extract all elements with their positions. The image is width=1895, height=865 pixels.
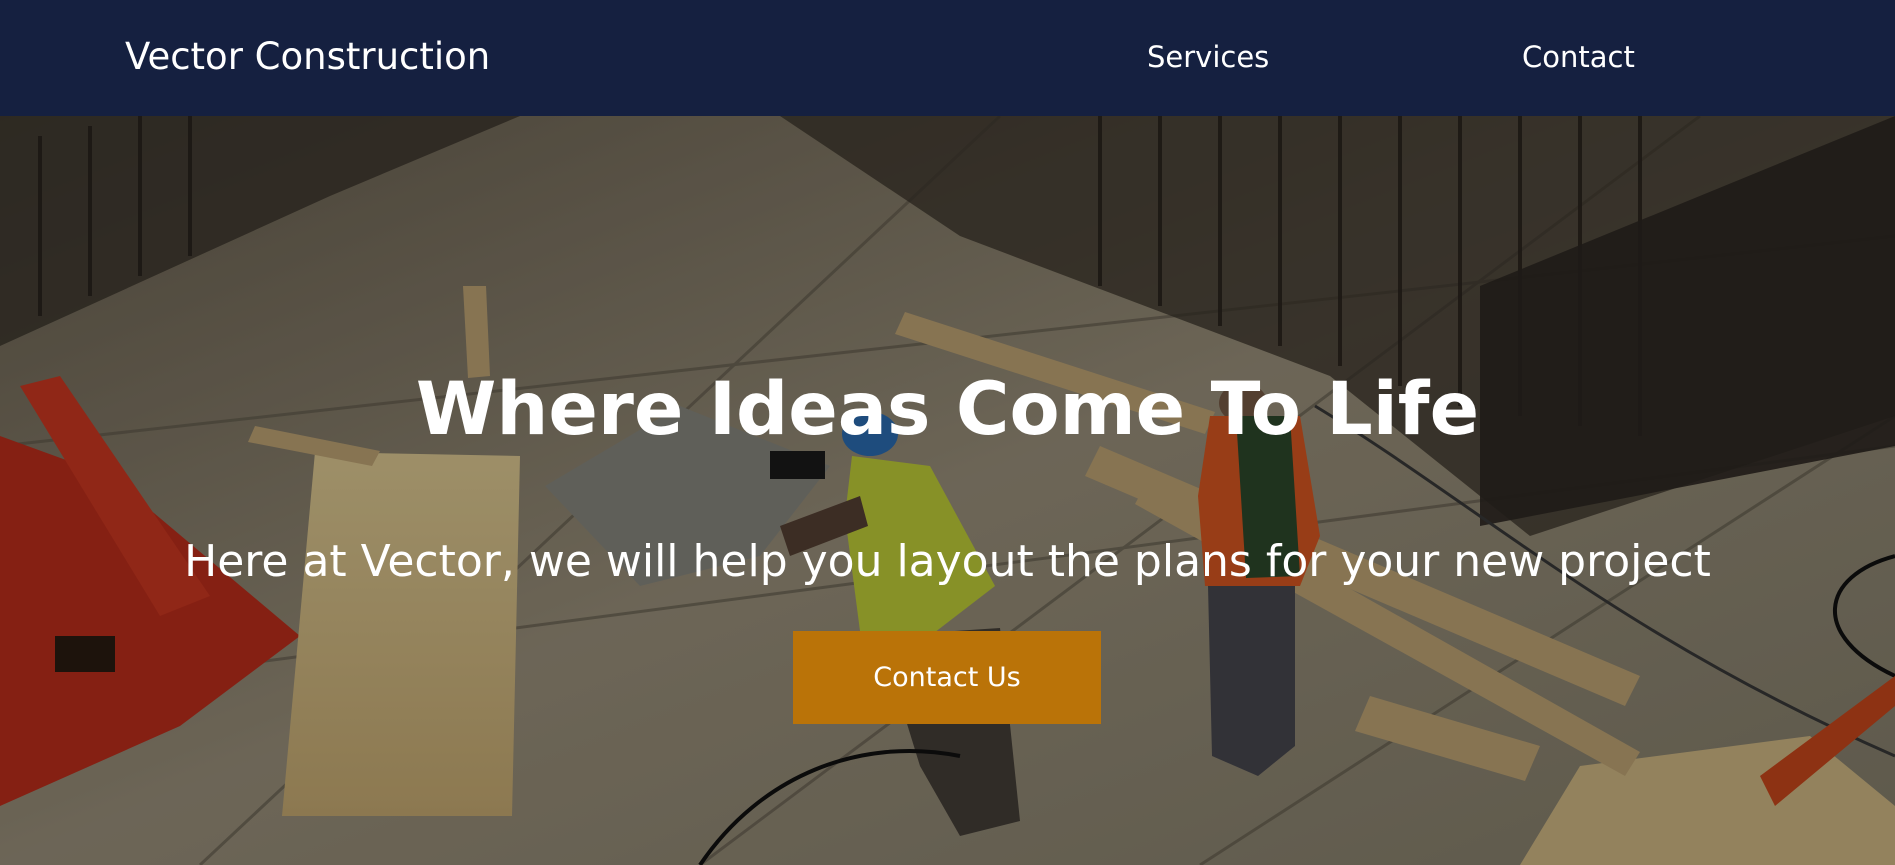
hero-section: Where Ideas Come To Life Here at Vector,… [0,116,1895,865]
hero-subtitle: Here at Vector, we will help you layout … [184,536,1711,587]
top-navbar: Vector Construction Services Contact [0,0,1895,116]
brand-logo-text[interactable]: Vector Construction [125,33,490,81]
nav-link-contact[interactable]: Contact [1522,39,1635,75]
contact-us-button[interactable]: Contact Us [793,631,1101,724]
hero-title: Where Ideas Come To Life [415,366,1480,452]
hero-dark-overlay [0,116,1895,865]
nav-link-services[interactable]: Services [1147,39,1269,75]
